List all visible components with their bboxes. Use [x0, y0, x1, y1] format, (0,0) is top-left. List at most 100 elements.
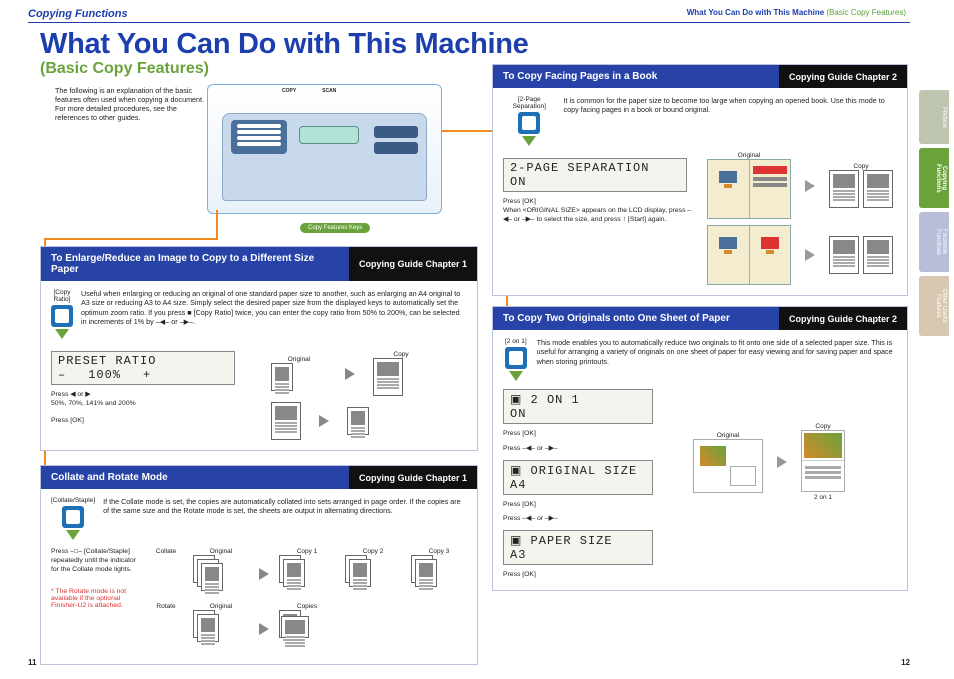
facing-description: It is common for the paper size to becom… [564, 96, 897, 148]
twoon1-orig-label: Original [693, 432, 763, 439]
doc-icon [373, 358, 403, 396]
collate-lbl-rotate: Rotate [149, 603, 183, 654]
enlarge-lcd: PRESET RATIO – 100% + [51, 351, 235, 385]
arrow-right-icon [259, 568, 269, 580]
twoon1-copy-label: Copy [801, 423, 845, 430]
two-page-sep-key-icon [518, 112, 540, 134]
twoon1-n1: Press [OK] [503, 430, 673, 439]
doc-icon [829, 236, 859, 274]
header-right-green: (Basic Copy Features) [826, 8, 906, 17]
leader-line [216, 210, 218, 238]
doc-icon [829, 170, 859, 208]
doc-stack-icon [193, 555, 229, 599]
doc-stack-icon [193, 610, 229, 654]
twoon1-key-label: [2 on 1] [503, 338, 529, 345]
two-on-one-output-icon [801, 430, 845, 492]
section-collate: Collate and Rotate Mode Copying Guide Ch… [40, 465, 478, 665]
leader-line [44, 238, 218, 240]
twoon1-lcd1-l1: ▣ 2 ON 1 [510, 392, 646, 407]
flow-arrow-down-icon [522, 136, 536, 146]
arrow-right-icon [805, 180, 815, 192]
header-right-blue: What You Can Do with This Machine [687, 8, 824, 17]
enlarge-key-label: [Copy Ratio] [51, 289, 73, 303]
flow-arrow-down-icon [55, 329, 69, 339]
collate-red-note: * The Rotate mode is not available if th… [51, 588, 137, 609]
arrow-right-icon [259, 623, 269, 635]
original-pair-icon [693, 439, 763, 493]
twoon1-n2: Press [OK] [503, 501, 673, 510]
facing-copy-label: Copy [829, 163, 893, 170]
flow-arrow-down-icon [66, 530, 80, 540]
doc-icon [271, 402, 301, 440]
book-icon [707, 159, 791, 219]
rotate-lbl-orig: Original [193, 603, 249, 610]
twoon1-n3: Press [OK] [503, 571, 673, 580]
tab-other-useful-features[interactable]: Other Useful Features [919, 276, 949, 336]
doc-stack-icon [279, 555, 315, 599]
facing-key-label: [2-Page Separation] [503, 96, 556, 110]
section-enlarge-chapter: Copying Guide Chapter 1 [349, 247, 477, 281]
twoon1-lcd1-l2: ON [510, 407, 646, 421]
section-twoon1: To Copy Two Originals onto One Sheet of … [492, 306, 908, 591]
section-enlarge: To Enlarge/Reduce an Image to Copy to a … [40, 246, 478, 451]
tab-preface[interactable]: Preface [919, 90, 949, 144]
twoon1-lcd1: ▣ 2 ON 1 ON [503, 389, 653, 424]
twoon1-description: This mode enables you to automatically r… [537, 338, 897, 383]
tab-facsimile-functions[interactable]: Facsimile Functions [919, 212, 949, 272]
collate-lbl-c1: Copy 1 [279, 548, 335, 555]
collate-staple-key-icon [62, 506, 84, 528]
flow-arrow-down-icon [509, 371, 523, 381]
twoon1-lcd2-l1: ▣ ORIGINAL SIZE [510, 463, 646, 478]
facing-lcd-line2: ON [510, 175, 680, 189]
header-left: Copying Functions [28, 8, 128, 20]
collate-note1: Press –□– [Collate/Staple] repeatedly un… [51, 548, 137, 574]
enlarge-note2: Press [OK] [51, 417, 251, 426]
copy-features-keys-tag: Copy Features Keys [300, 223, 370, 233]
twoon1-n2b: Press –◀– or –▶– [503, 515, 673, 524]
section-facing: To Copy Facing Pages in a Book Copying G… [492, 64, 908, 296]
collate-description: If the Collate mode is set, the copies a… [103, 497, 467, 542]
doc-stack-icon [279, 610, 315, 654]
doc-icon [863, 236, 893, 274]
section-twoon1-chapter: Copying Guide Chapter 2 [779, 307, 907, 330]
two-on-one-key-icon [505, 347, 527, 369]
arrow-right-icon [319, 415, 329, 427]
arrow-right-icon [805, 249, 815, 261]
twoon1-lcd3: ▣ PAPER SIZE A3 [503, 530, 653, 565]
doc-icon [271, 363, 293, 391]
tab-copying-functions[interactable]: Copying Functions [919, 148, 949, 208]
header-rule [28, 22, 910, 23]
machine-display [299, 126, 359, 144]
machine-buttons [374, 126, 418, 138]
facing-lcd-line1: 2-PAGE SEPARATION [510, 161, 680, 175]
twoon1-lcd3-l1: ▣ PAPER SIZE [510, 533, 646, 548]
header-right: What You Can Do with This Machine (Basic… [687, 8, 906, 17]
rotate-lbl-copies: Copies [279, 603, 335, 610]
page-number-right: 12 [901, 658, 910, 667]
enlarge-lcd-minus: – [58, 368, 66, 382]
enlarge-note1: Press ◀ or ▶ 50%, 70%, 141% and 200% [51, 391, 251, 409]
twoon1-lcd2-l2: A4 [510, 478, 646, 492]
section-twoon1-title: To Copy Two Originals onto One Sheet of … [493, 307, 779, 330]
section-enlarge-title: To Enlarge/Reduce an Image to Copy to a … [41, 247, 349, 281]
doc-icon [863, 170, 893, 208]
doc-icon [347, 407, 369, 435]
facing-note1: Press [OK] When <ORIGINAL SIZE> appears … [503, 198, 693, 224]
section-collate-chapter: Copying Guide Chapter 1 [349, 466, 477, 489]
twoon1-2on1-label: 2 on 1 [801, 494, 845, 501]
arrow-right-icon [777, 456, 787, 468]
arrow-right-icon [345, 368, 355, 380]
doc-stack-icon [345, 555, 381, 599]
book-icon [707, 225, 791, 285]
section-facing-title: To Copy Facing Pages in a Book [493, 65, 779, 88]
enlarge-lcd-line1: PRESET RATIO [58, 354, 228, 368]
collate-key-label: [Collate/Staple] [51, 497, 95, 504]
page-title: What You Can Do with This Machine [40, 28, 528, 61]
machine-illustration: COPY SCAN [207, 84, 442, 214]
intro-paragraph: The following is an explanation of the b… [55, 86, 205, 122]
page-subtitle: (Basic Copy Features) [40, 60, 209, 78]
machine-tray-icon [231, 120, 287, 154]
collate-lbl-collate: Collate [149, 548, 183, 599]
twoon1-lcd2: ▣ ORIGINAL SIZE A4 [503, 460, 653, 495]
collate-lbl-c3: Copy 3 [411, 548, 467, 555]
